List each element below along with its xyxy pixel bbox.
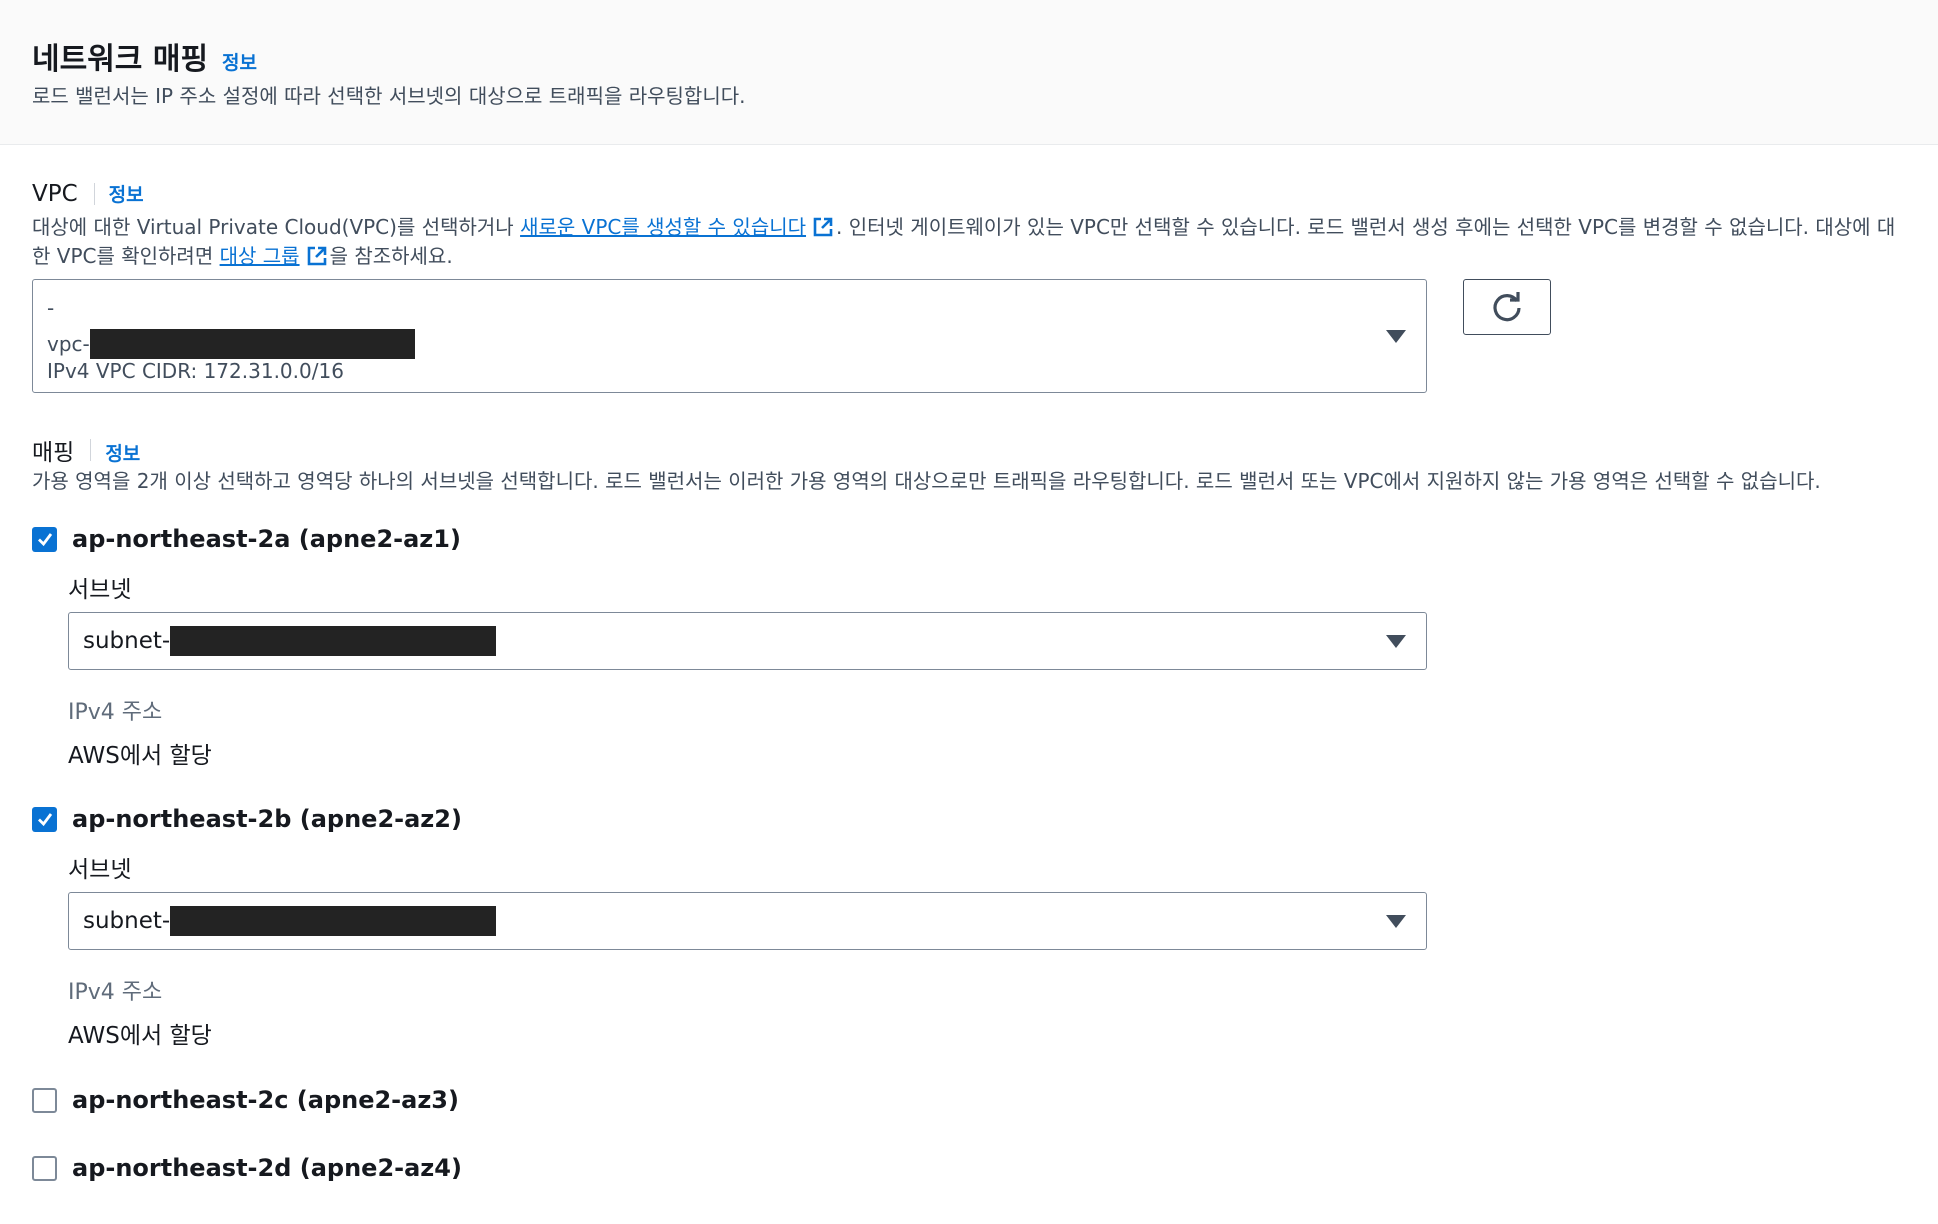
subnet-selected-2b: subnet- (83, 906, 497, 936)
vpc-select[interactable]: - vpc- IPv4 VPC CIDR: 172.31.0.0/16 (32, 279, 1427, 393)
vpc-label-row: VPC 정보 (32, 180, 144, 207)
az-row-2d[interactable]: ap-northeast-2d (apne2-az4) (32, 1154, 462, 1182)
redacted-subnet-id (170, 906, 497, 936)
az-label-2c: ap-northeast-2c (apne2-az3) (72, 1086, 459, 1114)
az-label-2d: ap-northeast-2d (apne2-az4) (72, 1154, 462, 1182)
vpc-id-prefix: vpc- (47, 332, 90, 356)
ipv4-value-2b: AWS에서 할당 (68, 1023, 212, 1049)
check-icon (37, 533, 52, 547)
header-info-link[interactable]: 정보 (222, 48, 257, 75)
az-checkbox-2a[interactable] (32, 526, 57, 552)
vpc-selected-id: vpc- (47, 329, 415, 359)
external-link-icon[interactable] (812, 216, 834, 238)
caret-down-icon (1386, 915, 1406, 928)
subnet-select-2a[interactable]: subnet- (68, 612, 1427, 670)
refresh-button[interactable] (1463, 279, 1551, 335)
subnet-label-2a: 서브넷 (68, 577, 132, 603)
subnet-prefix: subnet- (83, 628, 171, 654)
az-label-2b: ap-northeast-2b (apne2-az2) (72, 805, 462, 833)
caret-down-icon (1386, 330, 1406, 343)
external-link-icon[interactable] (306, 245, 328, 267)
section-header: 네트워크 매핑 정보 로드 밸런서는 IP 주소 설정에 따라 선택한 서브넷의… (0, 0, 1938, 145)
label-divider (90, 439, 92, 461)
vpc-label: VPC (32, 181, 78, 207)
mapping-label-row: 매핑 정보 (32, 433, 140, 467)
vpc-desc-text-1: 대상에 대한 Virtual Private Cloud(VPC)를 선택하거나 (32, 215, 521, 239)
subnet-label-2b: 서브넷 (68, 857, 132, 883)
mapping-info-link[interactable]: 정보 (105, 439, 140, 466)
az-row-2a[interactable]: ap-northeast-2a (apne2-az1) (32, 525, 461, 553)
ipv4-label-2b: IPv4 주소 (68, 980, 163, 1005)
az-row-2c[interactable]: ap-northeast-2c (apne2-az3) (32, 1086, 459, 1114)
vpc-cidr: IPv4 VPC CIDR: 172.31.0.0/16 (47, 359, 344, 383)
caret-down-icon (1386, 635, 1406, 648)
az-row-2b[interactable]: ap-northeast-2b (apne2-az2) (32, 805, 462, 833)
vpc-desc-text-2: . 인터넷 게이트웨이가 있는 VPC만 선택할 수 있습니다. 로드 밸런서 … (836, 215, 1896, 239)
header-description: 로드 밸런서는 IP 주소 설정에 따라 선택한 서브넷의 대상으로 트래픽을 … (32, 84, 746, 108)
vpc-info-link[interactable]: 정보 (109, 180, 144, 207)
label-divider (93, 182, 95, 205)
az-label-2a: ap-northeast-2a (apne2-az1) (72, 525, 461, 553)
target-group-link[interactable]: 대상 그룹 (220, 244, 300, 268)
subnet-select-2b[interactable]: subnet- (68, 892, 1427, 950)
ipv4-value-2a: AWS에서 할당 (68, 743, 212, 769)
mapping-label: 매핑 (32, 440, 75, 466)
vpc-selected-name: - (47, 296, 55, 320)
az-checkbox-2b[interactable] (32, 806, 57, 832)
subnet-selected-2a: subnet- (83, 626, 497, 656)
az-checkbox-2d[interactable] (32, 1155, 57, 1181)
vpc-desc-text-4: 을 참조하세요. (329, 244, 453, 268)
check-icon (37, 813, 52, 827)
vpc-description: 대상에 대한 Virtual Private Cloud(VPC)를 선택하거나… (32, 213, 1912, 271)
redacted-subnet-id (170, 626, 497, 656)
redacted-vpc-id (89, 329, 415, 359)
mapping-description: 가용 영역을 2개 이상 선택하고 영역당 하나의 서브넷을 선택합니다. 로드… (32, 469, 1821, 493)
header-title-row: 네트워크 매핑 정보 (32, 34, 257, 78)
vpc-desc-text-3: 한 VPC를 확인하려면 (32, 244, 220, 268)
create-vpc-link[interactable]: 새로운 VPC를 생성할 수 있습니다 (520, 215, 806, 239)
az-checkbox-2c[interactable] (32, 1087, 57, 1113)
page-title: 네트워크 매핑 (32, 42, 209, 77)
refresh-icon (1493, 292, 1521, 322)
ipv4-label-2a: IPv4 주소 (68, 700, 163, 725)
subnet-prefix: subnet- (83, 908, 171, 934)
